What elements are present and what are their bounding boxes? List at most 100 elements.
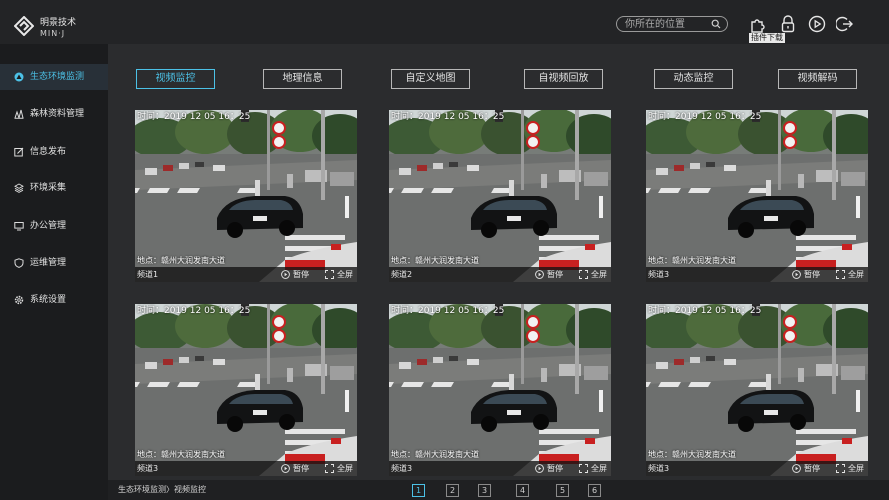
- sidebar: 生态环境监测 森林资料管理 信息发布 环境采集 办公管理 运维管理 系统设置: [0, 44, 108, 500]
- video-control-bar: 频道3 暂停 全屏: [389, 461, 611, 476]
- video-location: 地点：赣州大润发南大道: [648, 450, 736, 459]
- fullscreen-icon: [836, 270, 845, 279]
- fullscreen-label: 全屏: [848, 270, 864, 279]
- tab-geo-info[interactable]: 地理信息: [263, 69, 342, 89]
- breadcrumb-separator: 〉: [166, 485, 174, 494]
- page-button-5[interactable]: 5: [556, 484, 569, 497]
- sidebar-item-label: 信息发布: [30, 147, 67, 157]
- plugin-download-tooltip: 插件下载: [749, 33, 785, 43]
- search-input[interactable]: [625, 18, 711, 30]
- video-timestamp: 时间：2019 12 05 16：25: [137, 112, 251, 122]
- tab-video-monitor[interactable]: 视频监控: [136, 69, 215, 89]
- sidebar-item-settings[interactable]: 系统设置: [0, 287, 108, 313]
- gear-icon: [14, 295, 24, 305]
- video-channel: 频道3: [137, 464, 159, 473]
- pause-icon: [792, 464, 801, 473]
- video-tile-3[interactable]: 时间：2019 12 05 16：25 地点：赣州大润发南大道 频道3 暂停 全…: [646, 110, 868, 282]
- sidebar-item-forest[interactable]: 森林资料管理: [0, 101, 108, 127]
- lock-icon[interactable]: [779, 15, 797, 33]
- fullscreen-icon: [579, 464, 588, 473]
- logo-subtitle: MIN·J: [40, 29, 66, 38]
- monitor-icon: [14, 222, 24, 231]
- layers-icon: [14, 183, 24, 193]
- video-timestamp: 时间：2019 12 05 16：25: [648, 306, 762, 316]
- sidebar-item-office[interactable]: 办公管理: [0, 213, 108, 239]
- play-circle-icon[interactable]: [808, 15, 826, 33]
- video-channel: 频道3: [648, 464, 670, 473]
- video-control-bar: 频道3 暂停 全屏: [135, 461, 357, 476]
- page-button-3[interactable]: 3: [478, 484, 491, 497]
- logo-icon: [14, 16, 34, 36]
- sidebar-item-ecology-monitoring[interactable]: 生态环境监测: [0, 64, 108, 90]
- sidebar-item-label: 生态环境监测: [30, 72, 85, 82]
- pause-icon: [535, 270, 544, 279]
- video-timestamp: 时间：2019 12 05 16：25: [648, 112, 762, 122]
- edit-icon: [14, 147, 24, 157]
- sidebar-item-env-collect[interactable]: 环境采集: [0, 175, 108, 201]
- pause-label: 暂停: [547, 464, 563, 473]
- main-content: 视频监控 地理信息 自定义地图 自视频回放 动态监控 视频解码 时间：2019 …: [108, 44, 889, 480]
- page-button-6[interactable]: 6: [588, 484, 601, 497]
- ecology-icon: [14, 72, 24, 82]
- video-tile-5[interactable]: 时间：2019 12 05 16：25 地点：赣州大润发南大道 频道3 暂停 全…: [389, 304, 611, 476]
- breadcrumb-root[interactable]: 生态环境监测: [118, 485, 166, 494]
- sidebar-item-label: 环境采集: [30, 183, 67, 193]
- forest-icon: [14, 109, 24, 119]
- fullscreen-label: 全屏: [337, 464, 353, 473]
- page-button-2[interactable]: 2: [446, 484, 459, 497]
- location-search[interactable]: [616, 16, 728, 32]
- video-channel: 频道2: [391, 270, 413, 279]
- fullscreen-icon: [325, 270, 334, 279]
- video-channel: 频道1: [137, 270, 159, 279]
- pause-label: 暂停: [804, 464, 820, 473]
- video-location: 地点：赣州大润发南大道: [391, 450, 479, 459]
- search-icon[interactable]: [711, 19, 721, 29]
- video-tile-6[interactable]: 时间：2019 12 05 16：25 地点：赣州大润发南大道 频道3 暂停 全…: [646, 304, 868, 476]
- tab-video-playback[interactable]: 自视频回放: [524, 69, 603, 89]
- video-location: 地点：赣州大润发南大道: [391, 256, 479, 265]
- video-channel: 频道3: [391, 464, 413, 473]
- pause-label: 暂停: [547, 270, 563, 279]
- video-timestamp: 时间：2019 12 05 16：25: [391, 112, 505, 122]
- logout-icon[interactable]: [836, 15, 854, 33]
- fullscreen-label: 全屏: [337, 270, 353, 279]
- video-tile-1[interactable]: 时间：2019 12 05 16：25 地点：赣州大润发南大道 频道1 暂停 全…: [135, 110, 357, 282]
- pause-label: 暂停: [293, 270, 309, 279]
- video-control-bar: 频道3 暂停 全屏: [646, 267, 868, 282]
- video-tile-4[interactable]: 时间：2019 12 05 16：25 地点：赣州大润发南大道 频道3 暂停 全…: [135, 304, 357, 476]
- breadcrumb-current: 视频监控: [174, 485, 206, 494]
- video-location: 地点：赣州大润发南大道: [648, 256, 736, 265]
- sidebar-item-label: 运维管理: [30, 258, 67, 268]
- sidebar-item-maintenance[interactable]: 运维管理: [0, 250, 108, 276]
- video-control-bar: 频道1 暂停 全屏: [135, 267, 357, 282]
- pause-label: 暂停: [804, 270, 820, 279]
- video-location: 地点：赣州大润发南大道: [137, 256, 225, 265]
- tab-custom-map[interactable]: 自定义地图: [391, 69, 470, 89]
- fullscreen-label: 全屏: [591, 270, 607, 279]
- tab-video-decode[interactable]: 视频解码: [778, 69, 857, 89]
- sidebar-item-label: 办公管理: [30, 221, 67, 231]
- logo-name: 明景技术: [40, 18, 77, 28]
- page-button-1[interactable]: 1: [412, 484, 425, 497]
- fullscreen-icon: [836, 464, 845, 473]
- video-tile-2[interactable]: 时间：2019 12 05 16：25 地点：赣州大润发南大道 频道2 暂停 全…: [389, 110, 611, 282]
- fullscreen-icon: [325, 464, 334, 473]
- plugin-icon[interactable]: [749, 15, 767, 33]
- page-button-4[interactable]: 4: [516, 484, 529, 497]
- video-timestamp: 时间：2019 12 05 16：25: [391, 306, 505, 316]
- pause-label: 暂停: [293, 464, 309, 473]
- video-channel: 频道3: [648, 270, 670, 279]
- shield-icon: [14, 258, 24, 268]
- video-timestamp: 时间：2019 12 05 16：25: [137, 306, 251, 316]
- bottom-bar: 生态环境监测〉视频监控 1 2 3 4 5 6: [108, 480, 889, 500]
- pause-icon: [792, 270, 801, 279]
- sidebar-item-label: 森林资料管理: [30, 109, 85, 119]
- tab-dynamic-monitor[interactable]: 动态监控: [654, 69, 733, 89]
- sidebar-item-info-publish[interactable]: 信息发布: [0, 139, 108, 165]
- pause-icon: [281, 270, 290, 279]
- fullscreen-icon: [579, 270, 588, 279]
- top-bar: 明景技术 MIN·J 插件下载: [0, 0, 889, 44]
- pause-icon: [535, 464, 544, 473]
- fullscreen-label: 全屏: [591, 464, 607, 473]
- sidebar-item-label: 系统设置: [30, 295, 67, 305]
